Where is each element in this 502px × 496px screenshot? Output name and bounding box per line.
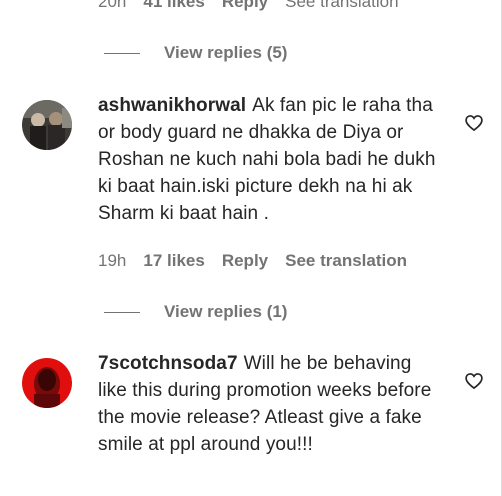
- heart-outline-icon[interactable]: [464, 113, 484, 133]
- comment-body: ashwanikhorwal Ak fan pic le raha tha or …: [98, 92, 438, 227]
- view-replies-label: View replies (5): [164, 43, 288, 62]
- heart-outline-icon[interactable]: [464, 371, 484, 391]
- comment-time: 20h: [98, 0, 127, 11]
- avatar[interactable]: [22, 100, 72, 150]
- comments-panel: 20h 41 likes Reply See translation View …: [0, 0, 502, 496]
- user-avatar-icon: [22, 358, 72, 408]
- reply-button[interactable]: Reply: [222, 0, 268, 12]
- comment-meta-row: 20h 41 likes Reply See translation: [98, 0, 399, 12]
- comment-username[interactable]: ashwanikhorwal: [98, 95, 246, 116]
- avatar[interactable]: [22, 358, 72, 408]
- user-avatar-icon: [22, 100, 72, 150]
- comment-body: 7scotchnsoda7 Will he be behaving like th…: [98, 350, 438, 458]
- see-translation-link[interactable]: See translation: [285, 0, 398, 12]
- see-translation-link[interactable]: See translation: [285, 251, 407, 271]
- likes-count-link[interactable]: 41 likes: [143, 0, 204, 12]
- view-replies-line: [104, 311, 140, 313]
- view-replies-button[interactable]: View replies (1): [104, 302, 287, 322]
- likes-count-link[interactable]: 17 likes: [143, 251, 204, 271]
- view-replies-line: [104, 52, 140, 54]
- comment-username[interactable]: 7scotchnsoda7: [98, 353, 238, 374]
- reply-button[interactable]: Reply: [222, 251, 268, 271]
- comment-meta-row: 19h 17 likes Reply See translation: [98, 251, 407, 271]
- comment-time: 19h: [98, 251, 127, 270]
- view-replies-label: View replies (1): [164, 302, 288, 321]
- view-replies-button[interactable]: View replies (5): [104, 43, 287, 63]
